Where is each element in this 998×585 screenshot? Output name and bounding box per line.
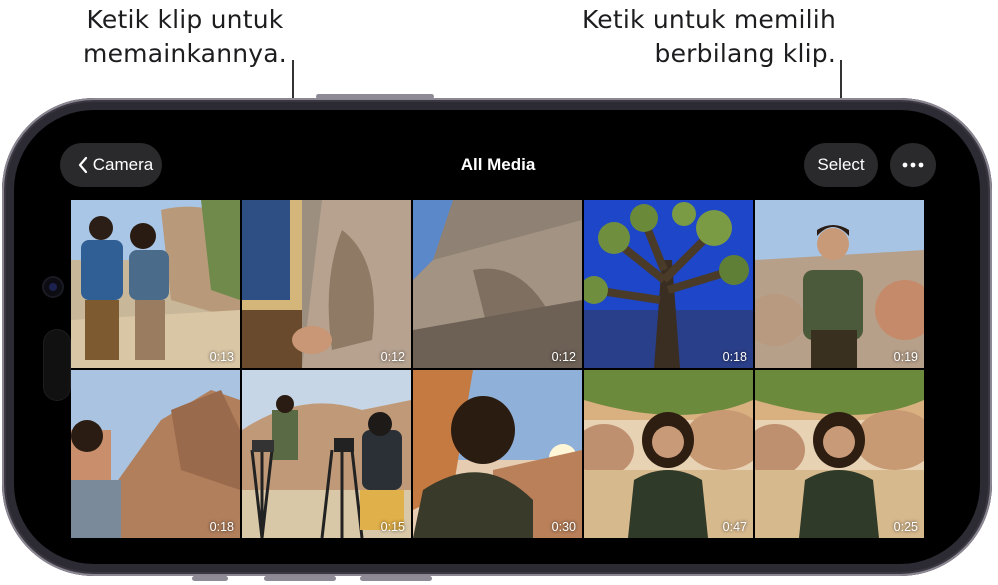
clip-thumbnail[interactable]: 0:18 <box>71 370 240 538</box>
callout-left-line1: Ketik klip untuk <box>86 5 284 34</box>
callout-right-line2: berbilang klip. <box>654 39 836 68</box>
clip-thumbnail[interactable]: 0:47 <box>584 370 753 538</box>
ellipsis-icon <box>902 162 924 168</box>
clip-thumbnail[interactable]: 0:19 <box>755 200 924 368</box>
clip-thumbnail[interactable]: 0:12 <box>242 200 411 368</box>
phone-volume-button <box>360 576 432 581</box>
clip-duration: 0:13 <box>209 350 234 364</box>
clip-duration: 0:18 <box>722 350 747 364</box>
clip-duration: 0:12 <box>551 350 576 364</box>
clip-duration: 0:30 <box>551 520 576 534</box>
chevron-left-icon <box>78 156 87 174</box>
phone-volume-button <box>264 576 336 581</box>
back-button-label: Camera <box>92 155 154 174</box>
clip-duration: 0:47 <box>722 520 747 534</box>
clip-thumbnail[interactable]: 0:12 <box>413 200 582 368</box>
clip-duration: 0:25 <box>893 520 918 534</box>
clip-duration: 0:15 <box>380 520 405 534</box>
callout-left-line2: memainkannya. <box>83 39 287 68</box>
clip-thumbnail[interactable]: 0:13 <box>71 200 240 368</box>
back-button[interactable]: Camera <box>60 143 162 187</box>
clip-duration: 0:19 <box>893 350 918 364</box>
select-button[interactable]: Select <box>804 143 878 187</box>
clip-duration: 0:12 <box>380 350 405 364</box>
clip-thumbnail[interactable]: 0:15 <box>242 370 411 538</box>
clip-thumbnail[interactable]: 0:18 <box>584 200 753 368</box>
callout-tap-clip: Ketik klip untuk memainkannya. <box>60 3 310 71</box>
clip-thumbnail[interactable]: 0:30 <box>413 370 582 538</box>
dynamic-island <box>44 330 70 400</box>
media-grid: 0:13 0:12 0:12 0:18 0:19 0:18 0:15 0:30 … <box>71 200 925 538</box>
clip-thumbnail[interactable]: 0:25 <box>755 370 924 538</box>
more-button[interactable] <box>890 143 936 187</box>
phone-volume-button <box>192 576 228 581</box>
callout-select-clips: Ketik untuk memilih berbilang klip. <box>560 3 836 71</box>
front-camera-icon <box>44 278 62 296</box>
callout-right-line1: Ketik untuk memilih <box>581 5 836 34</box>
clip-duration: 0:18 <box>209 520 234 534</box>
page-title: All Media <box>460 155 536 174</box>
